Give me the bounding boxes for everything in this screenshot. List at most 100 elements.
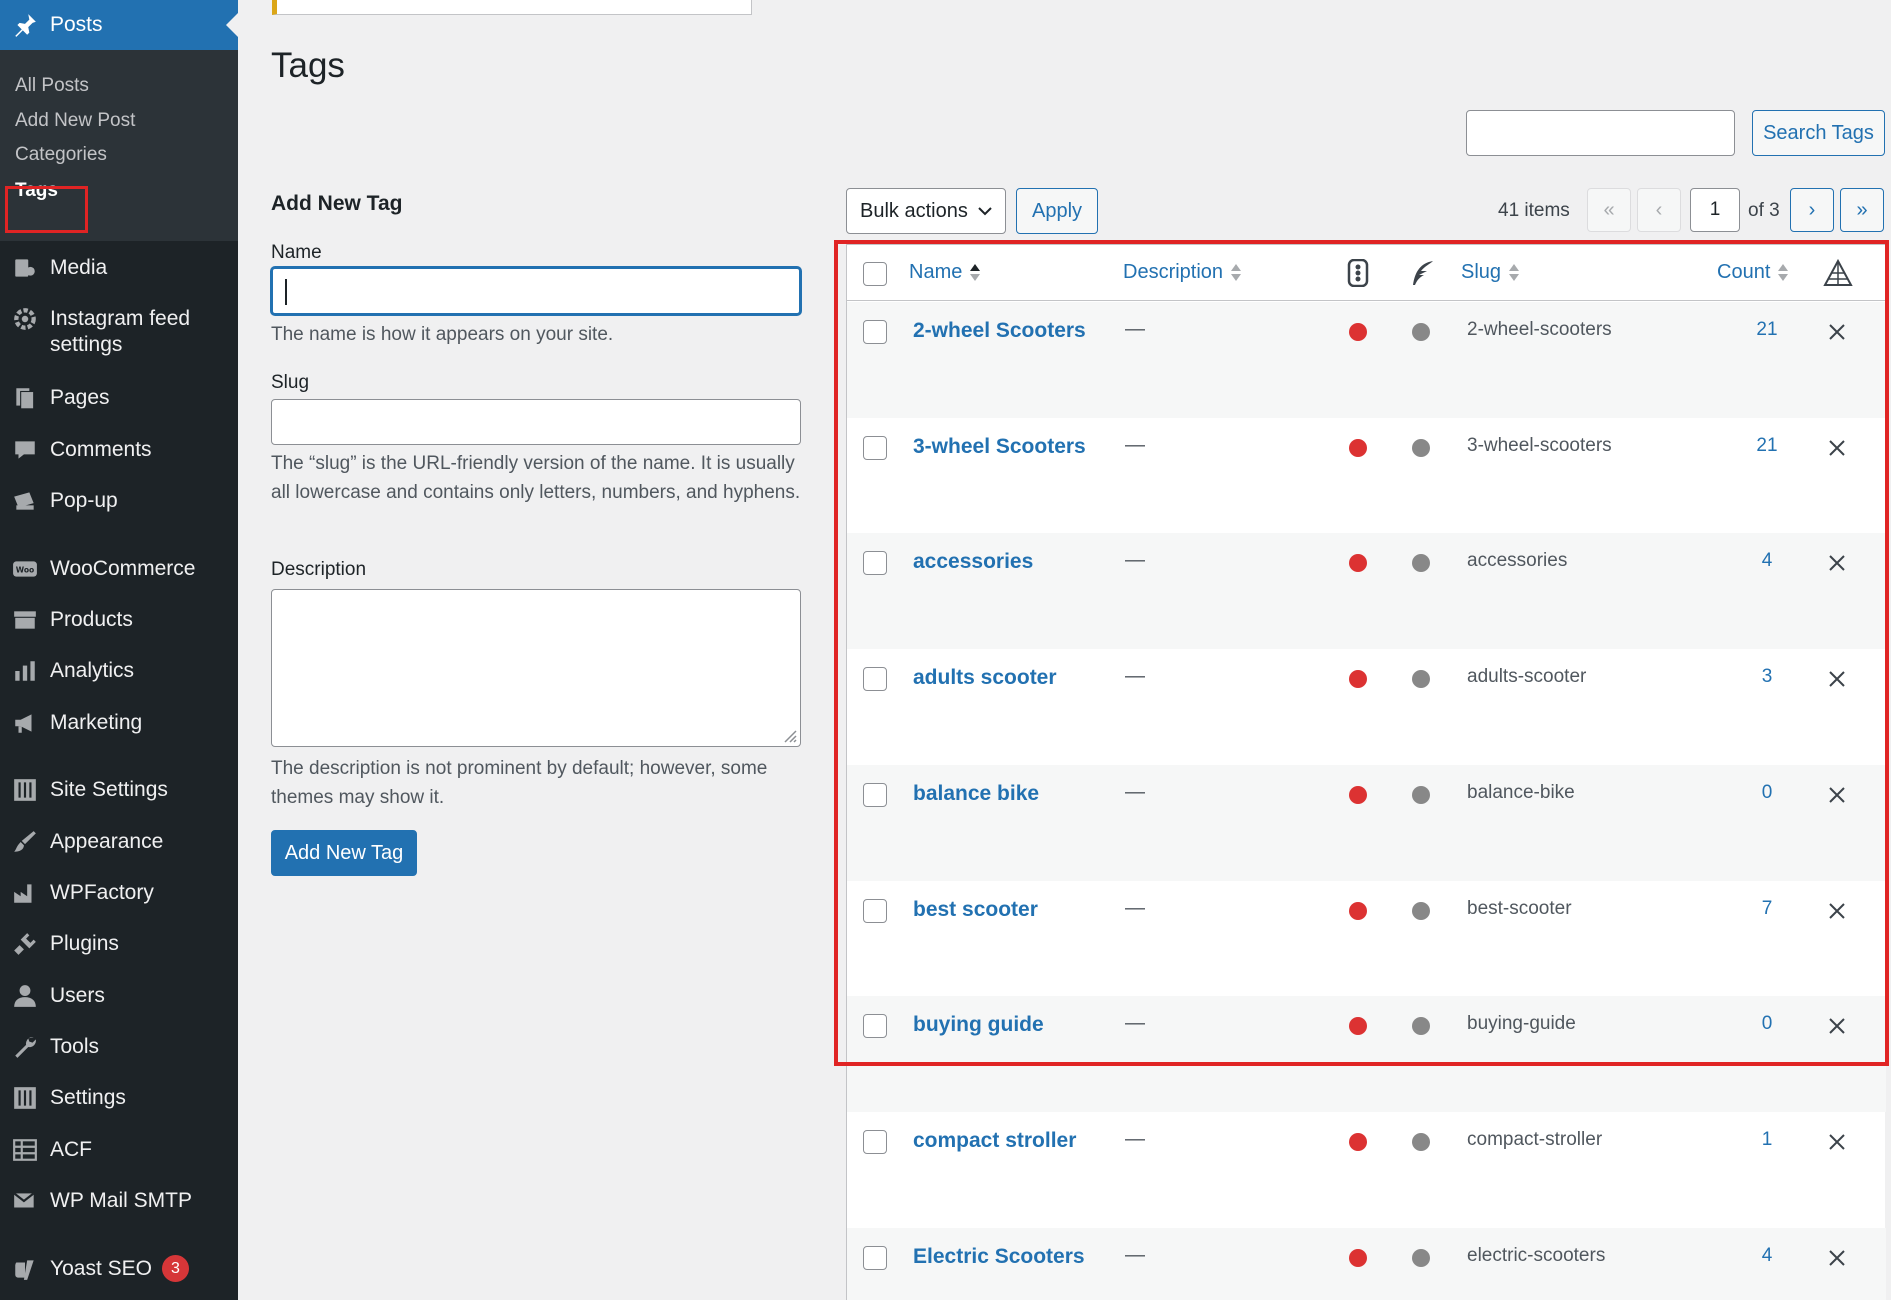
seo-score-column-icon[interactable] [1347,259,1369,287]
tag-name-link[interactable]: balance bike [913,782,1039,806]
sidebar-item-analytics[interactable]: Analytics [0,658,238,684]
tag-name-link[interactable]: 3-wheel Scooters [913,435,1086,459]
sidebar-item-site-settings[interactable]: Site Settings [0,777,238,803]
tag-name-link[interactable]: compact stroller [913,1129,1076,1153]
tag-count-link[interactable]: 0 [1747,1013,1787,1035]
sidebar-item-popup[interactable]: Pop-up [0,488,238,514]
column-name-header[interactable]: Name [909,261,981,284]
search-tags-button[interactable]: Search Tags [1752,110,1885,156]
tag-name-link[interactable]: adults scooter [913,666,1057,690]
sidebar-item-label: WP Mail SMTP [50,1189,192,1212]
sidebar-item-instagram-feed[interactable]: Instagram feed settings [0,306,238,358]
current-page-input[interactable]: 1 [1690,188,1740,232]
column-slug-header[interactable]: Slug [1461,261,1520,284]
tag-slug: balance-bike [1467,781,1575,803]
tag-name-link[interactable]: buying guide [913,1013,1044,1037]
tag-description: — [1125,318,1145,340]
sidebar-item-woocommerce[interactable]: Woo WooCommerce [0,556,238,582]
tag-count-link[interactable]: 21 [1747,435,1787,457]
tag-count-link[interactable]: 4 [1747,1245,1787,1267]
apply-button[interactable]: Apply [1016,188,1098,234]
close-icon[interactable] [1827,1016,1847,1036]
readability-indicator [1412,1132,1430,1151]
column-count-header[interactable]: Count [1717,261,1789,284]
row-checkbox[interactable] [863,782,887,807]
tag-name-link[interactable]: best scooter [913,898,1038,922]
search-input[interactable] [1466,110,1735,156]
close-icon[interactable] [1827,553,1847,573]
row-checkbox[interactable] [863,320,887,344]
close-icon[interactable] [1827,1132,1847,1152]
readability-indicator [1412,785,1430,804]
tag-slug: 3-wheel-scooters [1467,434,1612,456]
next-page-button[interactable]: › [1790,188,1834,232]
table-row: Electric Scooters — electric-scooters 4 [847,1227,1886,1300]
tag-description-textarea[interactable] [271,589,801,747]
tag-count-link[interactable]: 0 [1747,782,1787,804]
slug-label: Slug [271,372,310,393]
sidebar-item-label: Site Settings [50,778,168,801]
sidebar-item-pages[interactable]: Pages [0,385,238,411]
warning-column-icon[interactable] [1823,259,1853,287]
tag-name-link[interactable]: Electric Scooters [913,1245,1085,1269]
sidebar-item-settings[interactable]: Settings [0,1085,238,1111]
table-row: adults scooter — adults-scooter 3 [847,649,1886,765]
sidebar-item-yoast-seo[interactable]: Yoast SEO 3 [0,1255,238,1282]
seo-score-indicator [1349,323,1367,341]
close-icon[interactable] [1827,322,1847,342]
sidebar-item-label: Posts [50,13,103,36]
slug-help-text: The “slug” is the URL-friendly version o… [271,453,801,503]
close-icon[interactable] [1827,438,1847,458]
row-checkbox[interactable] [863,1245,887,1270]
seo-score-indicator [1349,670,1367,689]
bulk-actions-select[interactable]: Bulk actions [846,188,1006,234]
sidebar-item-acf[interactable]: ACF [0,1137,238,1163]
sidebar-item-label: Settings [50,1086,126,1109]
sidebar-item-media[interactable]: Media [0,255,238,281]
row-checkbox[interactable] [863,667,887,692]
submenu-categories[interactable]: Categories [15,144,107,166]
user-icon [0,983,50,1009]
sidebar-item-products[interactable]: Products [0,607,238,633]
close-icon[interactable] [1827,1248,1847,1268]
submenu-all-posts[interactable]: All Posts [15,75,89,97]
tag-count-link[interactable]: 21 [1747,319,1787,341]
close-icon[interactable] [1827,785,1847,805]
close-icon[interactable] [1827,901,1847,921]
sidebar-item-users[interactable]: Users [0,983,238,1009]
sidebar-item-plugins[interactable]: Plugins [0,931,238,957]
tag-name-link[interactable]: accessories [913,550,1033,574]
tag-count-link[interactable]: 4 [1747,550,1787,572]
popup-icon [0,488,50,514]
tag-count-link[interactable]: 3 [1747,666,1787,688]
resize-handle-icon[interactable] [781,727,797,743]
seo-score-indicator [1349,901,1367,920]
sidebar-item-wpfactory[interactable]: WPFactory [0,880,238,906]
readability-column-icon[interactable] [1409,259,1435,287]
table-row: buying guide — buying-guide 0 [847,996,1886,1113]
row-checkbox[interactable] [863,898,887,923]
sidebar-item-marketing[interactable]: Marketing [0,710,238,736]
close-icon[interactable] [1827,669,1847,689]
sidebar-item-posts[interactable]: Posts [0,0,238,50]
row-checkbox[interactable] [863,1014,887,1039]
sort-icon [1231,264,1242,281]
add-new-tag-button[interactable]: Add New Tag [271,830,417,876]
last-page-button[interactable]: » [1840,188,1884,232]
tag-name-input[interactable] [271,267,801,315]
tag-name-link[interactable]: 2-wheel Scooters [913,319,1086,343]
row-checkbox[interactable] [863,551,887,576]
tag-count-link[interactable]: 1 [1747,1129,1787,1151]
row-checkbox[interactable] [863,435,887,460]
row-checkbox[interactable] [863,1129,887,1154]
sidebar-item-comments[interactable]: Comments [0,437,238,463]
submenu-add-new-post[interactable]: Add New Post [15,110,135,132]
sidebar-item-tools[interactable]: Tools [0,1034,238,1060]
table-icon [0,1137,50,1163]
sidebar-item-wp-mail-smtp[interactable]: WP Mail SMTP [0,1188,238,1214]
sidebar-item-appearance[interactable]: Appearance [0,829,238,855]
tag-count-link[interactable]: 7 [1747,898,1787,920]
select-all-checkbox[interactable] [863,262,887,286]
tag-slug-input[interactable] [271,399,801,445]
column-description-header[interactable]: Description [1123,261,1242,284]
